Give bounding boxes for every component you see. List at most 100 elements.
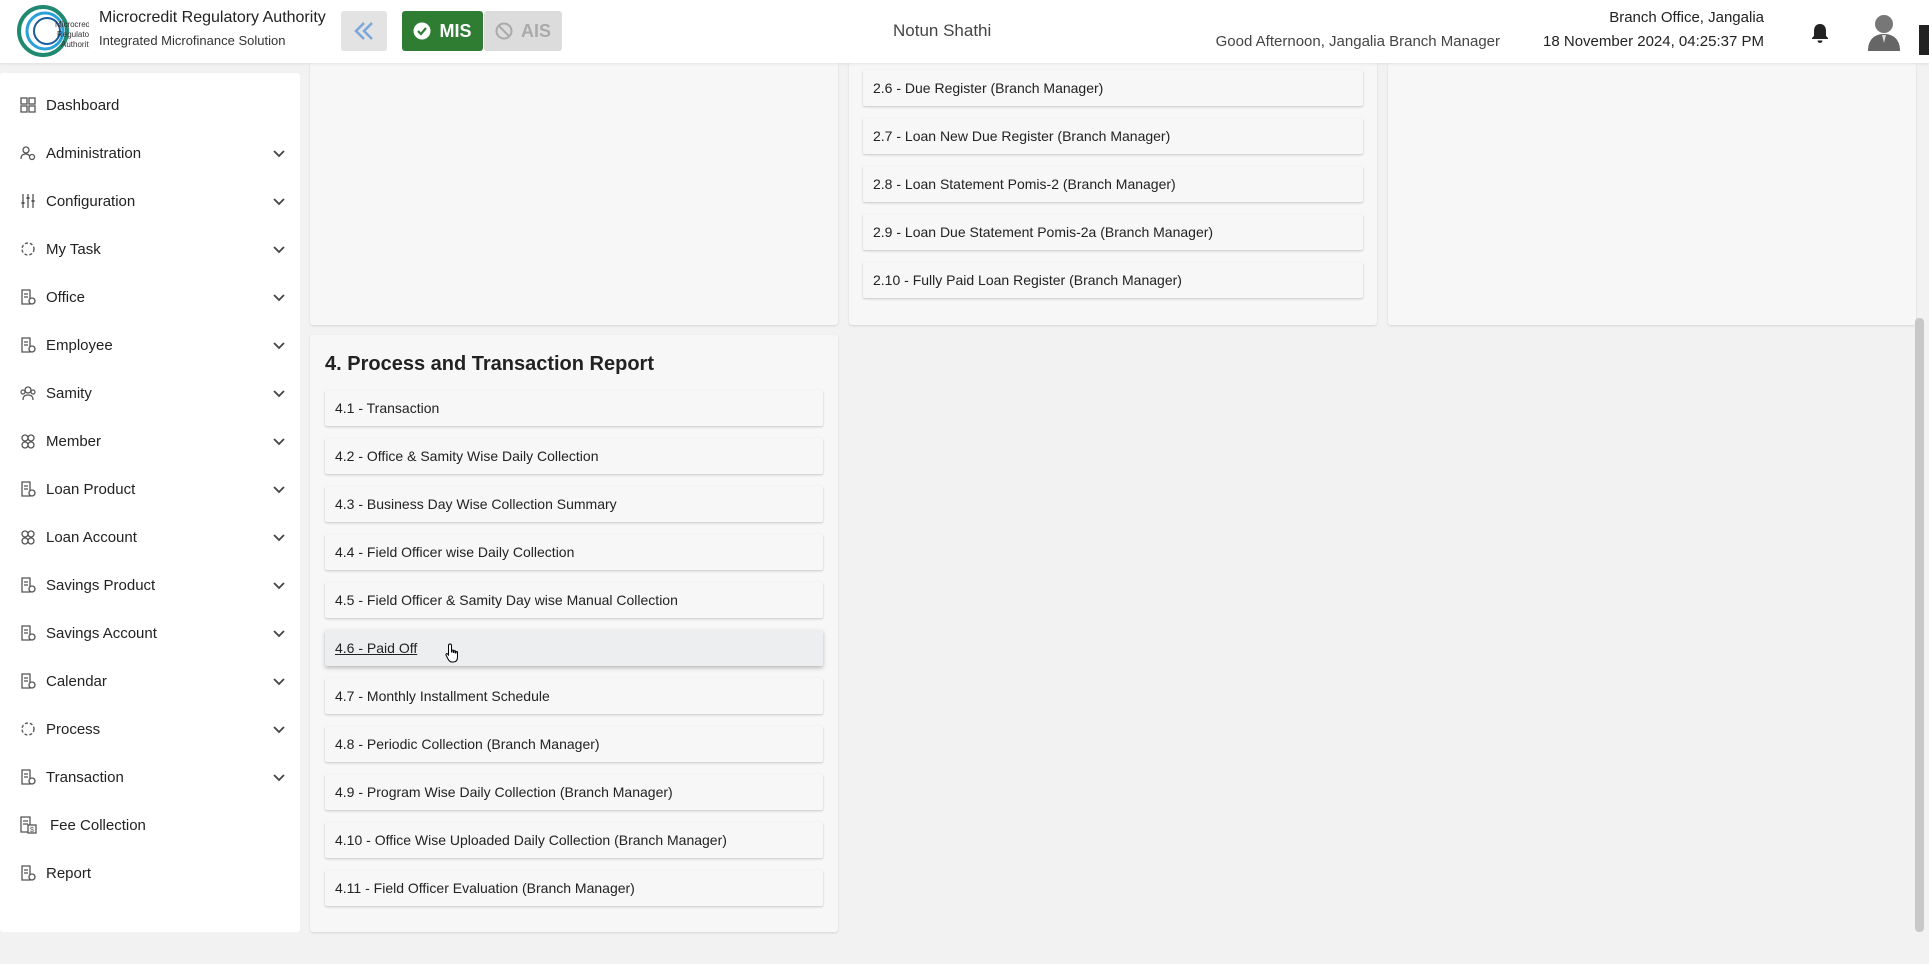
sidebar-item-savings-account[interactable]: Savings Account (0, 613, 300, 653)
sidebar-item-samity[interactable]: Samity (0, 373, 300, 413)
document-icon (19, 768, 37, 786)
sidebar: Dashboard Administration Configuration My T… (0, 73, 300, 932)
fee-icon: $ (19, 816, 37, 834)
greeting-text: Good Afternoon, Jangalia Branch Manager (1215, 33, 1500, 50)
mis-label: MIS (439, 20, 472, 41)
chevron-down-icon[interactable] (272, 338, 286, 352)
loan-report-item[interactable]: 2.9 - Loan Due Statement Pomis-2a (Branc… (863, 214, 1363, 250)
dashed-circle-icon (19, 720, 37, 738)
report-section-panel-right (1388, 63, 1916, 325)
chevron-down-icon[interactable] (272, 242, 286, 256)
ais-button[interactable]: AIS (484, 11, 562, 51)
sidebar-item-label: Fee Collection (50, 816, 146, 834)
sidebar-item-label: My Task (46, 240, 101, 258)
dashed-circle-icon (19, 240, 37, 258)
bell-icon[interactable] (1809, 22, 1831, 44)
document-icon (19, 480, 37, 498)
sidebar-item-label: Savings Account (46, 624, 157, 642)
chevron-down-icon[interactable] (272, 434, 286, 448)
loan-report-item[interactable]: 2.8 - Loan Statement Pomis-2 (Branch Man… (863, 166, 1363, 202)
sidebar-item-employee[interactable]: Employee (0, 325, 300, 365)
sidebar-item-calendar[interactable]: Calendar (0, 661, 300, 701)
chevron-down-icon[interactable] (272, 530, 286, 544)
sidebar-item-label: Office (46, 288, 85, 306)
chevron-down-icon[interactable] (272, 146, 286, 160)
sidebar-item-label: Transaction (46, 768, 124, 786)
process-report-item[interactable]: 4.1 - Transaction (325, 390, 823, 426)
top-header: Microcredit Regulatory Authority Microcr… (0, 0, 1929, 63)
process-report-item[interactable]: 4.3 - Business Day Wise Collection Summa… (325, 486, 823, 522)
sidebar-item-label: Administration (46, 144, 142, 162)
sidebar-item-fee-collection[interactable]: $ Fee Collection (0, 805, 300, 845)
sidebar-item-label: Calendar (46, 672, 107, 690)
chevron-down-icon[interactable] (272, 770, 286, 784)
process-report-item[interactable]: 4.9 - Program Wise Daily Collection (Bra… (325, 774, 823, 810)
document-icon (19, 336, 37, 354)
process-report-item[interactable]: 4.2 - Office & Samity Wise Daily Collect… (325, 438, 823, 474)
members-icon (19, 528, 37, 546)
mis-button[interactable]: MIS (402, 11, 483, 51)
document-icon (19, 624, 37, 642)
sidebar-item-transaction[interactable]: Transaction (0, 757, 300, 797)
edge-tab (1919, 25, 1929, 55)
check-circle-icon (413, 22, 431, 40)
process-report-item[interactable]: 4.10 - Office Wise Uploaded Daily Collec… (325, 822, 823, 858)
grid-icon (19, 96, 37, 114)
process-report-item[interactable]: 4.11 - Field Officer Evaluation (Branch … (325, 870, 823, 906)
user-avatar-icon[interactable] (1866, 13, 1902, 51)
report-section-panel (310, 63, 838, 325)
document-icon (19, 864, 37, 882)
double-chevron-left-icon (354, 22, 373, 40)
sidebar-item-label: Employee (46, 336, 113, 354)
document-icon (19, 288, 37, 306)
ais-label: AIS (520, 20, 551, 41)
process-report-item[interactable]: 4.8 - Periodic Collection (Branch Manage… (325, 726, 823, 762)
sidebar-item-loan-account[interactable]: Loan Account (0, 517, 300, 557)
page-scrollbar[interactable] (1915, 318, 1924, 932)
svg-text:Microcredit: Microcredit (55, 20, 89, 29)
chevron-down-icon[interactable] (272, 722, 286, 736)
chevron-down-icon[interactable] (272, 482, 286, 496)
sidebar-item-label: Report (46, 864, 92, 882)
loan-report-item[interactable]: 2.6 - Due Register (Branch Manager) (863, 70, 1363, 106)
sidebar-item-label: Loan Product (46, 480, 136, 498)
process-report-item[interactable]: 4.5 - Field Officer & Samity Day wise Ma… (325, 582, 823, 618)
process-section-title: 4. Process and Transaction Report (325, 353, 654, 375)
sidebar-item-administration[interactable]: Administration (0, 133, 300, 173)
sidebar-item-report[interactable]: Report (0, 853, 300, 893)
process-report-item[interactable]: 4.7 - Monthly Installment Schedule (325, 678, 823, 714)
sidebar-item-label: Process (46, 720, 101, 738)
sidebar-item-member[interactable]: Member (0, 421, 300, 461)
sidebar-item-configuration[interactable]: Configuration (0, 181, 300, 221)
loan-report-item[interactable]: 2.7 - Loan New Due Register (Branch Mana… (863, 118, 1363, 154)
document-icon (19, 672, 37, 690)
collapse-sidebar-button[interactable] (341, 11, 387, 51)
app-name: Notun Shathi (893, 21, 992, 40)
sidebar-item-label: Samity (46, 384, 92, 402)
mra-logo: Microcredit Regulatory Authority (17, 5, 89, 57)
sidebar-item-process[interactable]: Process (0, 709, 300, 749)
chevron-down-icon[interactable] (272, 674, 286, 688)
sidebar-item-savings-product[interactable]: Savings Product (0, 565, 300, 605)
sidebar-item-loan-product[interactable]: Loan Product (0, 469, 300, 509)
chevron-down-icon[interactable] (272, 290, 286, 304)
process-report-item[interactable]: 4.6 - Paid Off (325, 630, 823, 666)
sidebar-item-my-task[interactable]: My Task (0, 229, 300, 269)
sidebar-item-office[interactable]: Office (0, 277, 300, 317)
chevron-down-icon[interactable] (272, 626, 286, 640)
hand-cursor-icon (445, 643, 458, 663)
sidebar-item-label: Configuration (46, 192, 136, 210)
chevron-down-icon[interactable] (272, 386, 286, 400)
svg-text:Regulatory: Regulatory (57, 30, 89, 39)
sidebar-item-dashboard[interactable]: Dashboard (0, 85, 300, 125)
chevron-down-icon[interactable] (272, 578, 286, 592)
members-icon (19, 432, 37, 450)
admin-icon (19, 144, 37, 162)
chevron-down-icon[interactable] (272, 194, 286, 208)
group-icon (19, 384, 37, 402)
process-report-item[interactable]: 4.4 - Field Officer wise Daily Collectio… (325, 534, 823, 570)
loan-report-item[interactable]: 2.10 - Fully Paid Loan Register (Branch … (863, 262, 1363, 298)
current-datetime: 18 November 2024, 04:25:37 PM (1543, 33, 1764, 50)
svg-text:$: $ (30, 827, 34, 834)
sidebar-item-label: Dashboard (46, 96, 120, 114)
